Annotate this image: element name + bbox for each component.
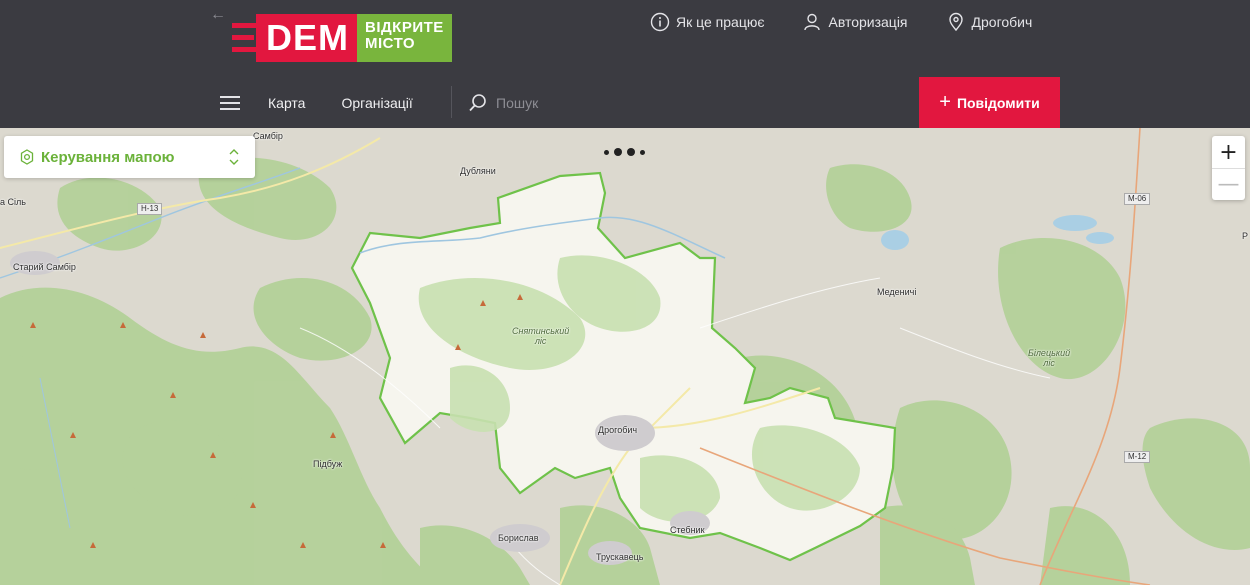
logo[interactable]: DEM ВІДКРИТЕ МІСТО xyxy=(232,14,452,62)
how-it-works-label: Як це працює xyxy=(676,14,765,30)
plus-icon: + xyxy=(939,91,951,113)
map-label-dublyany: Дубляни xyxy=(460,166,496,176)
login-label: Авторизація xyxy=(828,14,908,30)
gear-icon xyxy=(20,149,34,165)
map-label-staryi-sambir: Старий Самбір xyxy=(13,262,76,272)
loading-dots-icon xyxy=(604,148,650,156)
map-label-biletskyi-forest: Білецький ліс xyxy=(1028,348,1071,368)
road-badge-h13: Н-13 xyxy=(137,203,163,215)
report-button-label: Повідомити xyxy=(956,94,1040,111)
search-input[interactable] xyxy=(496,95,636,111)
zoom-out-button[interactable]: — xyxy=(1212,168,1245,200)
search xyxy=(468,93,636,113)
map-label-sambir: Самбір xyxy=(253,131,283,141)
map-label-snyatynskyi-forest: Снятинський ліс xyxy=(512,326,570,346)
map-label-right-edge: Р xyxy=(1242,231,1249,241)
zoom-in-button[interactable]: + xyxy=(1212,136,1245,168)
nav-map[interactable]: Карта xyxy=(268,95,305,111)
how-it-works-link[interactable]: Як це працює xyxy=(650,12,764,32)
logo-brand: DEM xyxy=(256,14,357,62)
map-control-panel[interactable]: Керування мапою xyxy=(4,136,255,178)
road-badge-m06: М-06 xyxy=(1124,193,1151,205)
map-label-boryslav: Борислав xyxy=(498,533,539,543)
arrow-left-icon[interactable]: ← xyxy=(210,6,226,24)
chevron-updown-icon[interactable] xyxy=(229,148,239,166)
map-label-pidbuzh: Підбуж xyxy=(313,459,343,469)
report-button[interactable]: + Повідомити xyxy=(919,77,1060,128)
nav-organizations[interactable]: Організації xyxy=(341,95,412,111)
logo-stripes xyxy=(232,14,262,62)
map-label-medenychi: Меденичі xyxy=(877,287,917,297)
map-label-stebnyk: Стебник xyxy=(670,525,705,535)
user-icon xyxy=(804,13,821,31)
nav-divider xyxy=(451,86,452,118)
main-nav: Карта Організації xyxy=(220,86,449,120)
logo-subtitle: ВІДКРИТЕ МІСТО xyxy=(357,14,452,62)
logo-line2: МІСТО xyxy=(365,35,416,52)
location-pin-icon xyxy=(948,12,963,32)
map-label-stara-sil: а Сіль xyxy=(0,197,26,207)
info-icon xyxy=(650,12,670,32)
map[interactable]: Самбір а Сіль Старий Самбір Дубляни Меде… xyxy=(0,128,1250,585)
city-link[interactable]: Дрогобич xyxy=(946,12,1033,32)
city-label: Дрогобич xyxy=(971,14,1033,30)
header: ← DEM ВІДКРИТЕ МІСТО Як це працює Автори… xyxy=(0,0,1250,128)
map-control-label: Керування мапою xyxy=(41,148,175,166)
map-label-truskavets: Трускавець xyxy=(596,552,644,562)
login-link[interactable]: Авторизація xyxy=(802,12,908,32)
top-links: Як це працює Авторизація Дрогобич xyxy=(650,10,1070,34)
zoom-control: + — xyxy=(1212,136,1245,200)
burger-menu-icon[interactable] xyxy=(220,96,240,110)
search-icon[interactable] xyxy=(468,93,488,113)
road-badge-m12: М-12 xyxy=(1124,451,1151,463)
logo-line1: ВІДКРИТЕ xyxy=(365,19,444,36)
map-label-drohobych: Дрогобич xyxy=(598,425,638,435)
